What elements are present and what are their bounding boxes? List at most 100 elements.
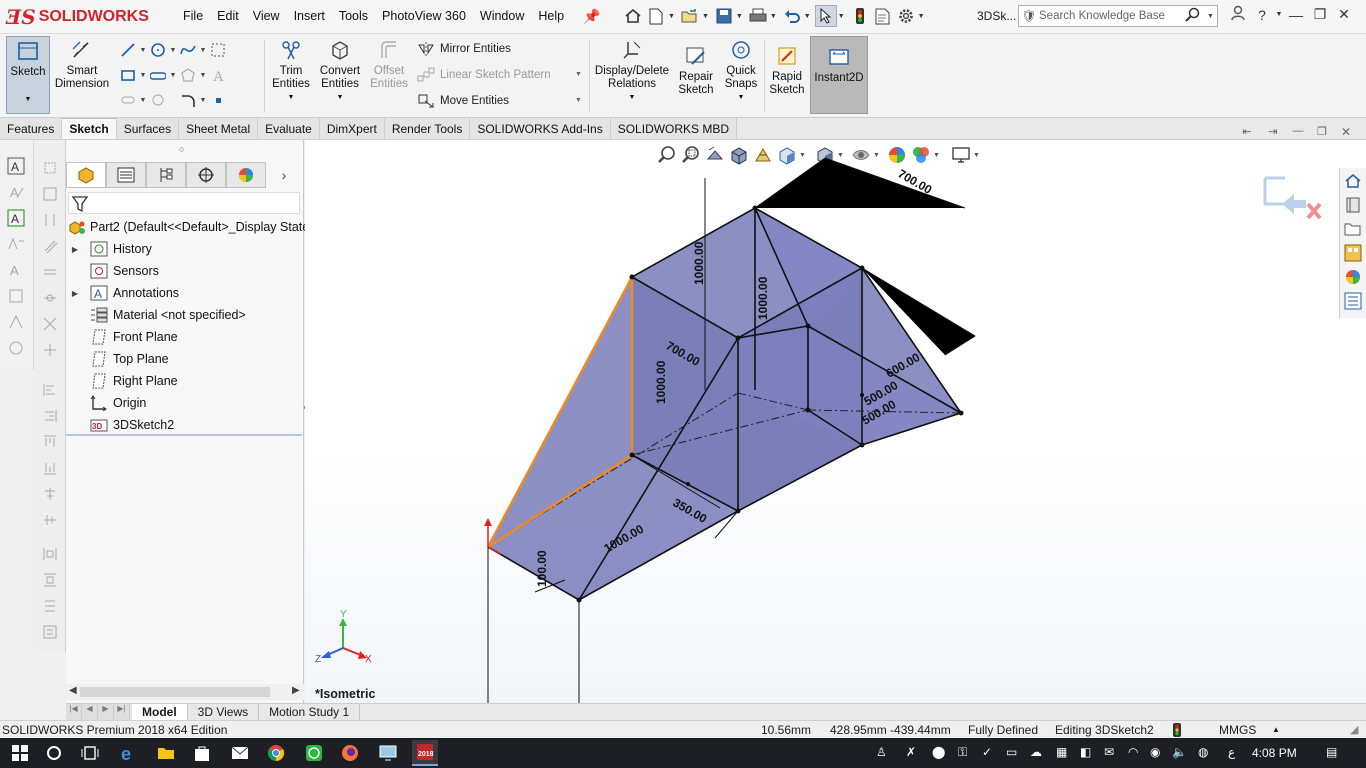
tab-model[interactable]: Model — [132, 704, 188, 720]
scroll-thumb[interactable] — [80, 687, 270, 697]
relation-horizontal-icon[interactable] — [40, 184, 60, 204]
chevron-down-icon[interactable]: ▼ — [702, 13, 709, 20]
ellipse-icon[interactable] — [148, 90, 168, 110]
view-palette-icon[interactable] — [1342, 242, 1364, 264]
chevron-down-icon[interactable]: ▼ — [736, 13, 743, 20]
weld-symbol-icon[interactable]: A — [6, 260, 26, 280]
last-tab-icon[interactable]: ▶| — [114, 704, 130, 720]
pin-icon[interactable]: 📌 — [583, 8, 600, 25]
file-explorer-taskbar-icon[interactable] — [154, 742, 178, 764]
cortana-search-icon[interactable] — [42, 742, 66, 764]
select-pointer-icon[interactable] — [814, 5, 837, 27]
close-document-button[interactable]: ✕ — [1334, 125, 1358, 139]
tab-sheet-metal[interactable]: Sheet Metal — [179, 118, 259, 139]
chevron-down-icon[interactable]: ▼ — [337, 91, 344, 104]
tray-app-icon[interactable]: ◉ — [1150, 745, 1160, 759]
user-icon[interactable] — [1226, 5, 1250, 24]
wifi-icon[interactable]: ◠ — [1128, 745, 1138, 759]
chevron-down-icon[interactable]: ▼ — [629, 91, 636, 104]
chevron-down-icon[interactable]: ▼ — [198, 47, 208, 54]
smart-dimension-button[interactable]: Smart Dimension — [54, 36, 110, 91]
tree-item-material[interactable]: Material <not specified> — [66, 304, 304, 326]
chevron-down-icon[interactable]: ▼ — [25, 93, 32, 106]
rapid-sketch-button[interactable]: Rapid Sketch — [766, 42, 808, 97]
chevron-down-icon[interactable]: ▼ — [770, 13, 777, 20]
split-vertical-icon[interactable]: ⇤ — [1234, 125, 1260, 139]
tab-surfaces[interactable]: Surfaces — [116, 118, 180, 139]
convert-entities-button[interactable]: Convert Entities ▼ — [316, 36, 364, 104]
chevron-down-icon[interactable]: ▼ — [575, 71, 582, 78]
quick-snaps-button[interactable]: Quick Snaps ▼ — [720, 36, 762, 104]
help-icon[interactable]: ? — [1250, 7, 1274, 23]
sketch-button[interactable]: Sketch ▼ — [6, 36, 50, 114]
next-tab-icon[interactable]: ▶ — [98, 704, 114, 720]
tree-item-front-plane[interactable]: Front Plane — [66, 326, 304, 348]
rectangle-icon[interactable] — [118, 65, 138, 85]
move-entities-button[interactable]: Move Entities — [416, 92, 509, 110]
display-manager-tab-icon[interactable] — [226, 162, 266, 188]
chevron-down-icon[interactable]: ▼ — [1207, 13, 1217, 20]
restore-document-button[interactable]: ❐ — [1310, 125, 1334, 139]
first-tab-icon[interactable]: |◀ — [66, 704, 82, 720]
tree-item-right-plane[interactable]: Right Plane — [66, 370, 304, 392]
geometric-tolerance-icon[interactable] — [6, 338, 26, 358]
point-icon[interactable] — [118, 90, 138, 110]
scroll-right-icon[interactable]: ▶ — [292, 685, 300, 696]
minimize-document-button[interactable]: — — [1286, 125, 1310, 139]
group-icon[interactable] — [40, 622, 60, 642]
slot-icon[interactable] — [148, 65, 168, 85]
undo-icon[interactable] — [781, 5, 803, 27]
relation-coincident-icon[interactable] — [40, 158, 60, 178]
chevron-down-icon[interactable]: ▼ — [138, 97, 148, 104]
balloon-icon[interactable]: A — [6, 208, 26, 228]
solidworks-logo[interactable]: ƎS SOLIDWORKS — [6, 4, 149, 30]
datum-feature-icon[interactable] — [6, 312, 26, 332]
mail-icon[interactable] — [228, 742, 252, 764]
chevron-down-icon[interactable]: ▼ — [198, 72, 208, 79]
align-middle-icon[interactable] — [40, 510, 60, 530]
fillet-icon[interactable] — [178, 90, 198, 110]
expand-arrow-icon[interactable]: ▶ — [70, 289, 80, 298]
align-collinear-icon[interactable] — [40, 596, 60, 616]
relation-fix-icon[interactable] — [40, 314, 60, 334]
relation-merge-icon[interactable] — [40, 340, 60, 360]
menu-file[interactable]: File — [183, 9, 203, 23]
chrome-icon[interactable] — [264, 742, 288, 764]
tray-app-icon[interactable]: ▭ — [1006, 745, 1017, 759]
whatsapp-icon[interactable] — [302, 742, 326, 764]
chevron-down-icon[interactable]: ▼ — [1274, 11, 1284, 18]
solidworks-resources-icon[interactable] — [1342, 170, 1364, 192]
chevron-down-icon[interactable]: ▼ — [738, 91, 745, 104]
text-icon[interactable]: A — [208, 65, 228, 85]
custom-properties-icon[interactable] — [1342, 290, 1364, 312]
menu-view[interactable]: View — [253, 9, 280, 23]
menu-edit[interactable]: Edit — [217, 9, 239, 23]
tab-evaluate[interactable]: Evaluate — [258, 118, 320, 139]
tree-item-3dsketch2[interactable]: 3D 3DSketch2 — [66, 414, 304, 436]
tab-solidworks-addins[interactable]: SOLIDWORKS Add-Ins — [470, 118, 611, 139]
chevron-down-icon[interactable]: ▼ — [138, 72, 148, 79]
rebuild-traffic-light-icon[interactable] — [849, 5, 871, 27]
unit-system[interactable]: MMGS — [1219, 723, 1256, 737]
mirror-entities-button[interactable]: Mirror Entities — [416, 40, 511, 58]
chevron-down-icon[interactable]: ▼ — [168, 72, 178, 79]
previous-tab-icon[interactable]: ◀ — [82, 704, 98, 720]
tab-dimxpert[interactable]: DimXpert — [319, 118, 385, 139]
tree-item-top-plane[interactable]: Top Plane — [66, 348, 304, 370]
onedrive-icon[interactable]: ☁ — [1030, 745, 1042, 759]
line-icon[interactable] — [118, 40, 138, 60]
panel-grip-icon[interactable]: ○ — [179, 144, 184, 154]
search-knowledge-base[interactable]: 🛡 Search Knowledge Base ▼ — [1018, 5, 1218, 27]
windows-start-icon[interactable] — [8, 742, 32, 764]
tray-app-icon[interactable]: ◧ — [1080, 745, 1091, 759]
chevron-down-icon[interactable]: ▼ — [168, 47, 178, 54]
trim-entities-button[interactable]: Trim Entities ▼ — [268, 36, 314, 104]
tab-motion-study-1[interactable]: Motion Study 1 — [259, 704, 361, 720]
spline-icon[interactable] — [178, 40, 198, 60]
minimize-button[interactable]: — — [1284, 7, 1308, 23]
solidworks-taskbar-icon[interactable]: 2018 — [412, 740, 438, 766]
restore-button[interactable]: ❐ — [1308, 6, 1332, 23]
menu-window[interactable]: Window — [480, 9, 524, 23]
tab-render-tools[interactable]: Render Tools — [384, 118, 471, 139]
appearances-scenes-icon[interactable] — [1342, 266, 1364, 288]
